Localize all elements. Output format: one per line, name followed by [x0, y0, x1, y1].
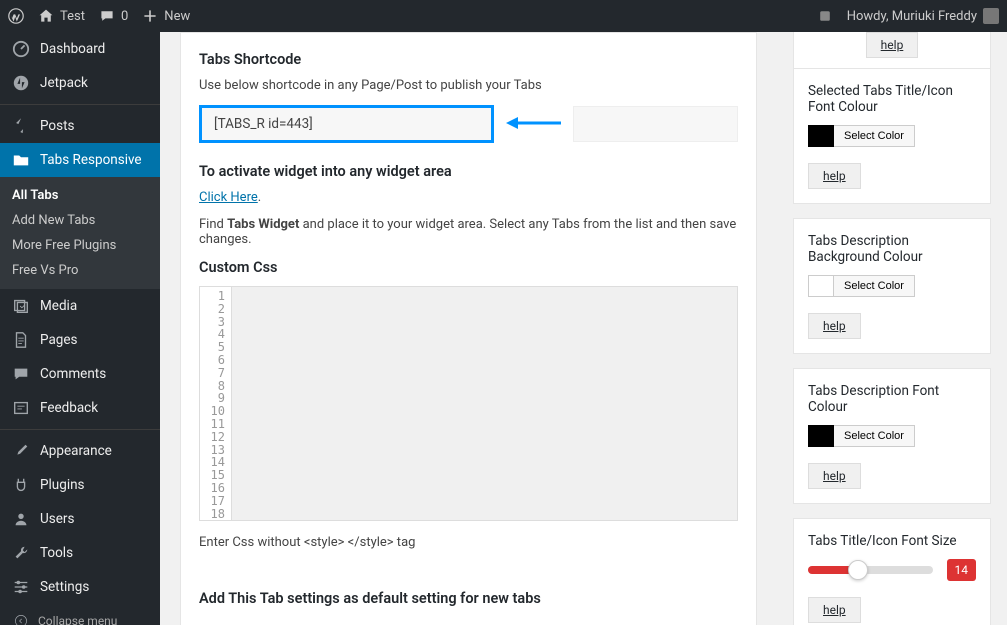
select-color-button[interactable]: Select Color — [834, 425, 915, 447]
widget-heading: To activate widget into any widget area — [199, 163, 738, 180]
shortcode-heading: Tabs Shortcode — [199, 51, 738, 68]
settings-panel: help Selected Tabs Title/Icon Font Colou… — [777, 32, 1007, 625]
account-link[interactable]: Howdy, Muriuki Freddy — [847, 8, 999, 24]
menu-media[interactable]: Media — [0, 289, 160, 323]
slider-thumb[interactable] — [848, 560, 868, 580]
color-swatch-black — [808, 125, 834, 147]
howdy-text: Howdy, Muriuki Freddy — [847, 9, 977, 24]
admin-bar: Test 0 New Howdy, Muriuki Freddy — [0, 0, 1007, 32]
plus-icon — [142, 8, 158, 24]
avatar — [983, 8, 999, 24]
comment-icon — [99, 8, 115, 24]
folder-icon — [12, 151, 30, 169]
help-button[interactable]: help — [808, 163, 861, 189]
click-here-link[interactable]: Click Here — [199, 190, 258, 205]
custom-css-heading: Custom Css — [199, 259, 738, 276]
menu-jetpack[interactable]: Jetpack — [0, 66, 160, 100]
default-settings-heading: Add This Tab settings as default setting… — [199, 590, 738, 607]
select-color-button[interactable]: Select Color — [834, 275, 915, 297]
color-swatch-black — [808, 425, 834, 447]
menu-posts[interactable]: Posts — [0, 109, 160, 143]
menu-feedback[interactable]: Feedback — [0, 391, 160, 425]
home-icon — [38, 8, 54, 24]
menu-settings[interactable]: Settings — [0, 570, 160, 604]
admin-sidebar: Dashboard Jetpack Posts Tabs Responsive … — [0, 32, 160, 625]
shortcode-description: Use below shortcode in any Page/Post to … — [199, 78, 738, 93]
color-swatch-white — [808, 275, 834, 297]
content-column: Tabs Shortcode Use below shortcode in an… — [160, 32, 777, 625]
plug-icon — [12, 476, 30, 494]
notifications[interactable] — [817, 8, 833, 24]
menu-tools[interactable]: Tools — [0, 536, 160, 570]
collapse-icon — [12, 612, 30, 625]
menu-plugins[interactable]: Plugins — [0, 468, 160, 502]
help-button[interactable]: help — [808, 313, 861, 339]
page-icon — [12, 331, 30, 349]
site-link[interactable]: Test — [38, 8, 85, 24]
select-color-button[interactable]: Select Color — [834, 125, 915, 147]
line-numbers: 123456789101112131415161718 — [200, 287, 232, 520]
submenu-more-free[interactable]: More Free Plugins — [0, 233, 160, 258]
new-link[interactable]: New — [142, 8, 190, 24]
submenu-tabs: All Tabs Add New Tabs More Free Plugins … — [0, 177, 160, 289]
wrench-icon — [12, 544, 30, 562]
setting-selected-title-color: Selected Tabs Title/Icon Font Colour — [808, 83, 976, 115]
comments-link[interactable]: 0 — [99, 8, 128, 24]
feedback-icon — [12, 399, 30, 417]
shortcode-card: Tabs Shortcode Use below shortcode in an… — [180, 32, 757, 625]
comments-count: 0 — [121, 9, 128, 24]
shortcode-input[interactable]: [TABS_R id=443] — [199, 105, 494, 143]
menu-comments[interactable]: Comments — [0, 357, 160, 391]
site-name: Test — [60, 9, 85, 24]
brush-icon — [12, 442, 30, 460]
notification-icon — [817, 8, 833, 24]
menu-dashboard[interactable]: Dashboard — [0, 32, 160, 66]
main-area: Tabs Shortcode Use below shortcode in an… — [160, 32, 1007, 625]
comments-icon — [12, 365, 30, 383]
user-icon — [12, 510, 30, 528]
new-label: New — [164, 9, 190, 24]
setting-desc-bg-color: Tabs Description Background Colour — [808, 233, 976, 265]
setting-title-font-size: Tabs Title/Icon Font Size — [808, 533, 976, 549]
sliders-icon — [12, 578, 30, 596]
collapse-menu[interactable]: Collapse menu — [0, 604, 160, 625]
submenu-add-new[interactable]: Add New Tabs — [0, 208, 160, 233]
font-size-value: 14 — [947, 559, 977, 581]
submenu-free-vs-pro[interactable]: Free Vs Pro — [0, 258, 160, 283]
help-button[interactable]: help — [808, 463, 861, 489]
css-help-text: Enter Css without <style> </style> tag — [199, 535, 738, 550]
media-icon — [12, 297, 30, 315]
menu-users[interactable]: Users — [0, 502, 160, 536]
shortcode-row-bg — [573, 106, 738, 142]
arrow-icon — [506, 114, 561, 135]
jetpack-icon — [12, 74, 30, 92]
wordpress-icon — [8, 8, 24, 24]
css-editor[interactable]: 123456789101112131415161718 — [199, 286, 738, 521]
menu-appearance[interactable]: Appearance — [0, 434, 160, 468]
help-button[interactable]: help — [808, 597, 861, 623]
setting-desc-font-color: Tabs Description Font Colour — [808, 383, 976, 415]
dashboard-icon — [12, 40, 30, 58]
wp-logo[interactable] — [8, 8, 24, 24]
widget-description: Find Tabs Widget and place it to your wi… — [199, 217, 738, 247]
menu-pages[interactable]: Pages — [0, 323, 160, 357]
pin-icon — [12, 117, 30, 135]
font-size-slider[interactable] — [808, 566, 933, 574]
css-textarea[interactable] — [232, 287, 737, 520]
submenu-all-tabs[interactable]: All Tabs — [0, 183, 160, 208]
menu-tabs-responsive[interactable]: Tabs Responsive — [0, 143, 160, 177]
help-button-top[interactable]: help — [866, 32, 919, 58]
